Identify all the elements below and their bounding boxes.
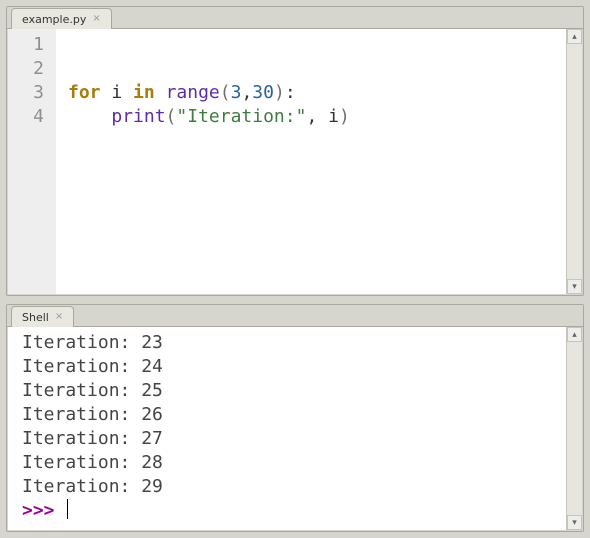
shell-output-line: Iteration: 25 bbox=[22, 379, 566, 403]
text-cursor bbox=[67, 499, 68, 519]
code-editor[interactable]: for i in range(3,30): print("Iteration:"… bbox=[56, 29, 566, 294]
shell-tab-label: Shell bbox=[22, 311, 49, 324]
scroll-up-button[interactable]: ▴ bbox=[567, 327, 582, 342]
editor-tabbar: example.py × bbox=[7, 7, 583, 29]
code-line bbox=[68, 33, 566, 57]
shell-output-line: Iteration: 23 bbox=[22, 331, 566, 355]
shell-pane: Shell × Iteration: 23Iteration: 24Iterat… bbox=[6, 304, 584, 532]
shell-tabbar: Shell × bbox=[7, 305, 583, 327]
line-number-gutter: 1 2 3 4 bbox=[8, 29, 56, 294]
shell-scrollbar-vertical[interactable]: ▴ ▾ bbox=[566, 327, 582, 530]
close-icon[interactable]: × bbox=[92, 14, 100, 24]
scroll-down-button[interactable]: ▾ bbox=[567, 279, 582, 294]
shell-output-line: Iteration: 28 bbox=[22, 451, 566, 475]
editor-content: 1 2 3 4 for i in range(3,30): print("Ite… bbox=[8, 29, 582, 294]
shell-output-line: Iteration: 27 bbox=[22, 427, 566, 451]
code-line: print("Iteration:", i) bbox=[68, 105, 566, 129]
code-line: for i in range(3,30): bbox=[68, 81, 566, 105]
editor-scrollbar-vertical[interactable]: ▴ ▾ bbox=[566, 29, 582, 294]
shell-prompt: >>> bbox=[22, 500, 65, 521]
editor-tab[interactable]: example.py × bbox=[11, 8, 112, 29]
scroll-down-button[interactable]: ▾ bbox=[567, 515, 582, 530]
scroll-up-button[interactable]: ▴ bbox=[567, 29, 582, 44]
shell-prompt-line[interactable]: >>> bbox=[22, 499, 566, 523]
editor-pane: example.py × 1 2 3 4 for i in range(3,30… bbox=[6, 6, 584, 296]
shell-output-line: Iteration: 26 bbox=[22, 403, 566, 427]
editor-tab-label: example.py bbox=[22, 13, 86, 26]
shell-output-line: Iteration: 24 bbox=[22, 355, 566, 379]
shell-output-line: Iteration: 29 bbox=[22, 475, 566, 499]
shell-content: Iteration: 23Iteration: 24Iteration: 25I… bbox=[8, 327, 582, 530]
close-icon[interactable]: × bbox=[55, 312, 63, 322]
code-line bbox=[68, 57, 566, 81]
shell-terminal[interactable]: Iteration: 23Iteration: 24Iteration: 25I… bbox=[8, 327, 566, 530]
shell-tab[interactable]: Shell × bbox=[11, 306, 74, 327]
